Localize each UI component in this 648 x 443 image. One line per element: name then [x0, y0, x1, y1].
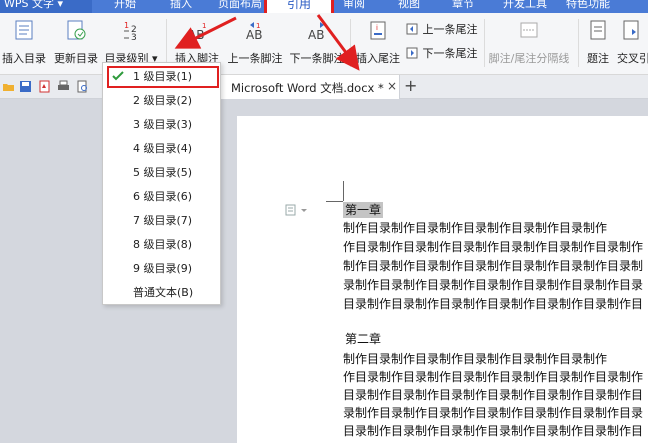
prev-endnote-icon: [406, 23, 418, 35]
ribbon: 插入目录 更新目录 123 目录级别 ▾ AB 1 插入脚注 AB 1 上一条脚注 …: [0, 13, 648, 75]
next-footnote-icon: AB: [308, 22, 324, 41]
menu-item-level-6[interactable]: 6 级目录(6): [103, 186, 220, 208]
next-footnote-button[interactable]: AB 下一条脚注: [288, 17, 346, 69]
chapter-heading[interactable]: 第二章: [343, 331, 383, 347]
insert-toc-button[interactable]: 插入目录: [2, 17, 46, 69]
footnote-separator-label: 脚注/尾注分隔线: [488, 52, 570, 65]
body-text-line[interactable]: 制作目录制作目录制作目录制作目录制作目录制作: [343, 219, 648, 237]
app-menu-caret: ▾: [57, 0, 64, 10]
margin-marker: [343, 181, 344, 201]
menu-item-level-5[interactable]: 5 级目录(5): [103, 162, 220, 184]
caption-label: 题注: [587, 52, 609, 65]
app-name: WPS 文字: [4, 0, 54, 10]
update-toc-button[interactable]: 更新目录: [52, 17, 100, 69]
insert-endnote-label: 插入尾注: [356, 52, 400, 65]
menu-item-level-1[interactable]: 1 级目录(1): [103, 66, 220, 88]
prev-footnote-icon: AB1: [246, 22, 262, 41]
document-tab[interactable]: Microsoft Word 文档.docx * ×: [214, 75, 400, 99]
caption-icon: [590, 20, 606, 40]
update-toc-icon: [67, 20, 86, 40]
toc-level-icon: 1 23: [124, 21, 137, 41]
insert-endnote-icon: i: [370, 21, 386, 40]
tab-home[interactable]: 开始: [114, 0, 136, 13]
svg-text:1: 1: [202, 22, 206, 30]
new-tab-icon[interactable]: +: [404, 76, 417, 95]
pdf-icon[interactable]: [38, 80, 51, 93]
prev-footnote-label: 上一条脚注: [227, 52, 283, 65]
next-endnote-label: 下一条尾注: [422, 47, 478, 60]
tab-developer[interactable]: 开发工具: [503, 0, 547, 13]
toc-level-dropdown: 1 级目录(1) 2 级目录(2) 3 级目录(3) 4 级目录(4) 5 级目…: [102, 62, 221, 305]
body-text-line[interactable]: 制作目录制作目录制作目录制作目录制作目录制作目录制: [343, 257, 648, 275]
tab-review[interactable]: 审阅: [343, 0, 365, 13]
body-text-line[interactable]: 作目录制作目录制作目录制作目录制作目录制作目录制作: [343, 368, 648, 386]
tab-insert[interactable]: 插入: [170, 0, 192, 13]
menu-item-normal-text[interactable]: 普通文本(B): [103, 282, 220, 304]
body-text-line[interactable]: 作目录制作目录制作目录制作目录制作目录制作目录制作: [343, 238, 648, 256]
save-icon[interactable]: [19, 80, 32, 93]
print-preview-icon[interactable]: [76, 80, 89, 93]
insert-toc-label: 插入目录: [2, 52, 46, 65]
footnote-separator-button[interactable]: 脚注/尾注分隔线: [488, 17, 570, 69]
print-icon[interactable]: [57, 80, 70, 93]
ribbon-divider: [484, 19, 485, 67]
menu-item-level-8[interactable]: 8 级目录(8): [103, 234, 220, 256]
insert-endnote-button[interactable]: i 插入尾注: [354, 17, 402, 69]
insert-toc-icon: [15, 20, 33, 40]
body-text-line[interactable]: 目录制作目录制作目录制作目录制作目录制作目录制作目: [343, 422, 648, 440]
margin-marker: [326, 201, 343, 202]
menu-item-level-2[interactable]: 2 级目录(2): [103, 90, 220, 112]
menu-item-level-9[interactable]: 9 级目录(9): [103, 258, 220, 280]
body-text-line[interactable]: 制作目录制作目录制作目录制作目录制作目录制作: [343, 350, 648, 368]
cross-reference-label: 交叉引: [617, 52, 648, 65]
menu-item-level-3[interactable]: 3 级目录(3): [103, 114, 220, 136]
update-toc-label: 更新目录: [54, 52, 98, 65]
body-text-line[interactable]: 目录制作目录制作目录制作目录制作目录制作目录制作目: [343, 295, 648, 313]
separator-line-icon: [520, 22, 538, 38]
body-text-line[interactable]: 录制作目录制作目录制作目录制作目录制作目录制作目录: [343, 404, 648, 422]
svg-text:1: 1: [256, 22, 260, 30]
tab-layout[interactable]: 页面布局: [218, 0, 262, 13]
svg-text:i: i: [376, 24, 378, 32]
insert-footnote-icon: AB1: [188, 22, 206, 41]
tab-view[interactable]: 视图: [398, 0, 420, 13]
cross-reference-icon: [623, 20, 639, 40]
prev-footnote-button[interactable]: AB 1 上一条脚注: [226, 17, 284, 69]
prev-endnote-label: 上一条尾注: [422, 23, 478, 36]
next-footnote-ab-glyph: AB: [308, 28, 324, 41]
app-menu-button[interactable]: WPS 文字 ▾: [0, 0, 92, 13]
svg-text:1: 1: [124, 21, 129, 30]
next-endnote-icon: [406, 47, 418, 59]
menu-item-level-7[interactable]: 7 级目录(7): [103, 210, 220, 232]
menu-item-level-4[interactable]: 4 级目录(4): [103, 138, 220, 160]
tab-chapter[interactable]: 章节: [452, 0, 474, 13]
ribbon-divider: [166, 19, 167, 67]
ribbon-divider: [350, 19, 351, 67]
body-text-line[interactable]: 录制作目录制作目录制作目录制作目录制作目录制作目录: [343, 276, 648, 294]
body-text-line[interactable]: 目录制作目录制作目录制作目录制作目录制作目录制作目: [343, 386, 648, 404]
svg-text:3: 3: [131, 33, 137, 41]
document-tab-title: Microsoft Word 文档.docx *: [231, 81, 384, 95]
document-tab-bar: Microsoft Word 文档.docx * × +: [0, 75, 648, 99]
next-footnote-label: 下一条脚注: [289, 52, 345, 65]
close-tab-icon[interactable]: ×: [387, 79, 397, 93]
tab-features[interactable]: 特色功能: [566, 0, 610, 13]
ribbon-divider: [578, 19, 579, 67]
cross-reference-button[interactable]: 交叉引: [614, 17, 648, 69]
caption-button[interactable]: 题注: [582, 17, 614, 69]
paragraph-layout-icon[interactable]: [285, 204, 309, 216]
next-endnote-button[interactable]: 下一条尾注: [406, 45, 478, 61]
chapter-heading[interactable]: 第一章: [343, 202, 384, 218]
prev-endnote-button[interactable]: 上一条尾注: [406, 21, 478, 37]
open-folder-icon[interactable]: [2, 80, 15, 93]
